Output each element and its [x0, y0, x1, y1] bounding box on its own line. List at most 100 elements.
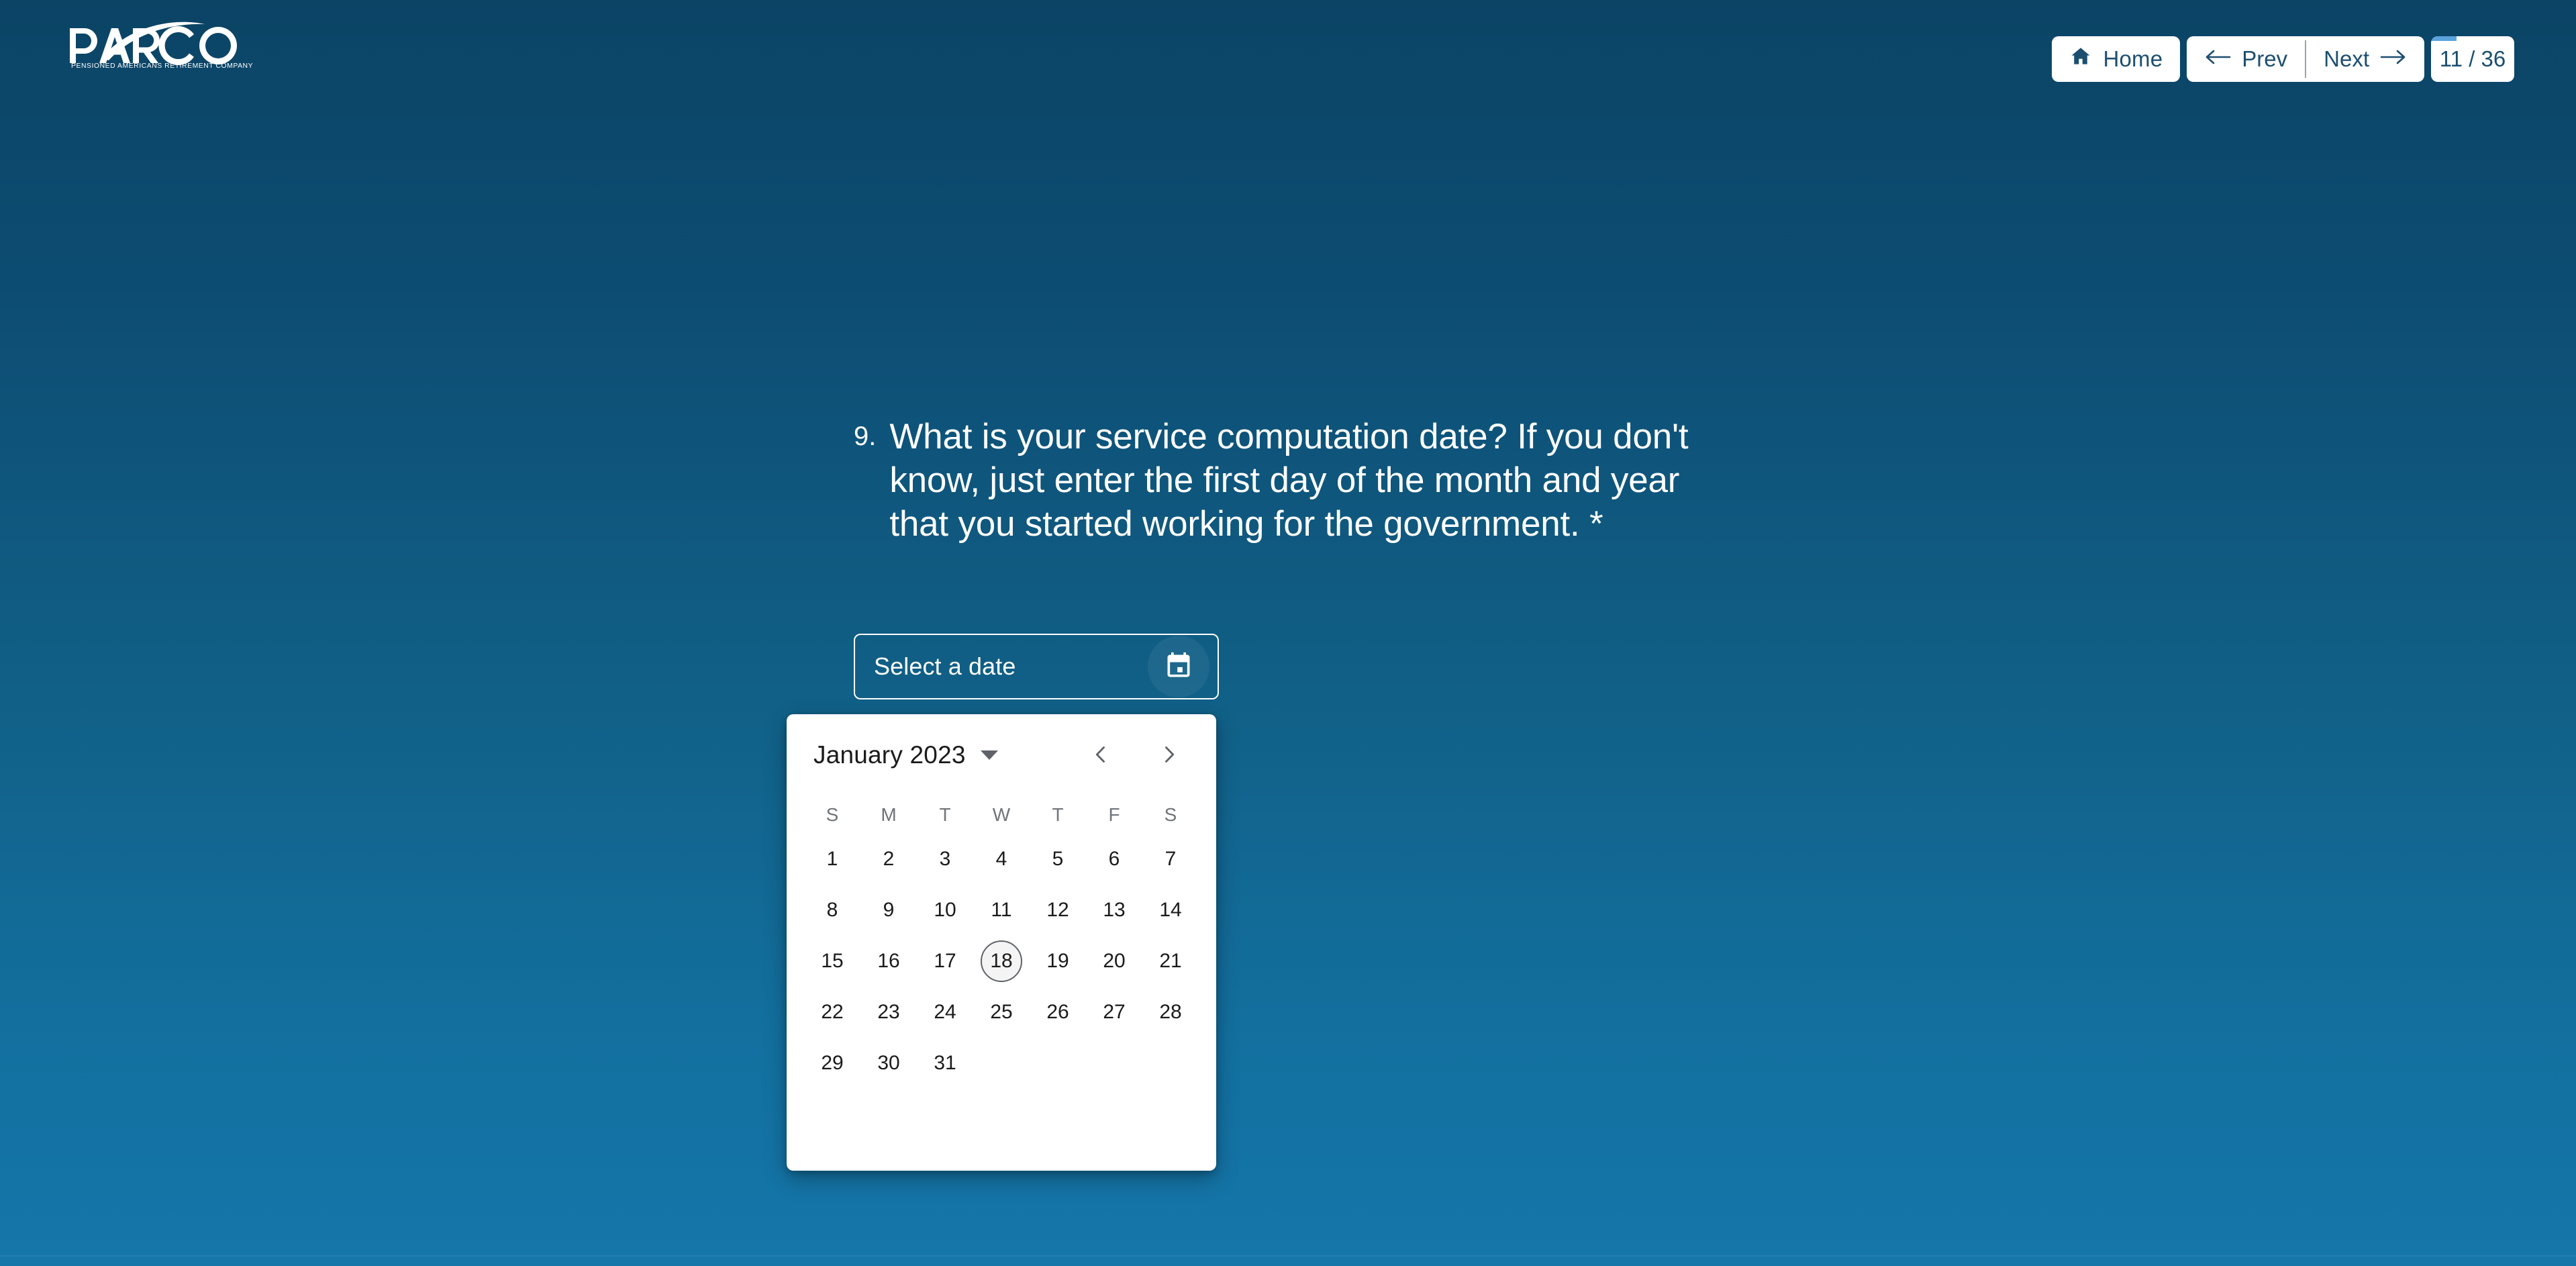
calendar-day-10[interactable]: 10 — [917, 885, 973, 936]
arrow-right-icon — [2380, 46, 2407, 72]
calendar-day-11[interactable]: 11 — [973, 885, 1030, 936]
calendar-grid: SMTWTFS 1 2 3 4 5 6 7 8 9 10 11 12 13 14 15 16 17 18 19 20 2… — [787, 796, 1216, 1089]
home-icon — [2069, 45, 2092, 73]
date-input-placeholder: Select a date — [874, 652, 1016, 680]
calendar-day-label: 20 — [1103, 950, 1126, 972]
calendar-day-label: 29 — [821, 1052, 844, 1074]
calendar-day-20[interactable]: 20 — [1086, 936, 1142, 987]
chevron-left-icon — [1089, 743, 1112, 768]
question-text: What is your service computation date? I… — [889, 417, 1689, 544]
calendar-week-row: 29 30 31 — [804, 1038, 1199, 1089]
weekday-label-3: W — [992, 804, 1011, 825]
calendar-day-label: 1 — [826, 848, 838, 870]
question-number: 9. — [854, 422, 877, 451]
calendar-day-29[interactable]: 29 — [804, 1038, 860, 1089]
calendar-day-label: 28 — [1159, 1001, 1182, 1023]
calendar-day-6[interactable]: 6 — [1086, 834, 1142, 885]
date-input-field[interactable]: Select a date — [854, 634, 1219, 699]
calendar-week-row: 1 2 3 4 5 6 7 — [804, 834, 1199, 885]
calendar-day-label: 11 — [991, 899, 1012, 921]
page-counter-badge: 11 / 36 — [2431, 36, 2514, 82]
prev-next-group: Prev Next — [2187, 36, 2424, 82]
page-counter-label: 11 / 36 — [2439, 46, 2506, 71]
calendar-day-label: 19 — [1046, 950, 1069, 972]
progress-bar — [2431, 36, 2457, 41]
calendar-day-7[interactable]: 7 — [1142, 834, 1199, 885]
calendar-day-19[interactable]: 19 — [1030, 936, 1086, 987]
calendar-day-label: 9 — [883, 899, 895, 921]
calendar-week-row: 8 9 10 11 12 13 14 — [804, 885, 1199, 936]
calendar-day-1[interactable]: 1 — [804, 834, 860, 885]
next-button[interactable]: Next — [2306, 36, 2424, 82]
calendar-day-label: 5 — [1052, 848, 1064, 870]
date-picker-popup: January 2023 SMTWTFS 1234567 8 9 10 11 1… — [787, 714, 1216, 1171]
calendar-day-label: 3 — [939, 848, 951, 870]
next-month-button[interactable] — [1152, 738, 1187, 773]
calendar-header: January 2023 — [787, 714, 1216, 796]
calendar-day-22[interactable]: 22 — [804, 987, 860, 1038]
calendar-day-25[interactable]: 25 — [973, 987, 1030, 1038]
calendar-day-13[interactable]: 13 — [1086, 885, 1142, 936]
calendar-week-row: 22 23 24 25 26 27 28 — [804, 987, 1199, 1038]
calendar-day-3[interactable]: 3 — [917, 834, 973, 885]
month-year-label: January 2023 — [813, 741, 966, 769]
weekday-label-1: M — [881, 804, 897, 825]
calendar-day-24[interactable]: 24 — [917, 987, 973, 1038]
calendar-day-27[interactable]: 27 — [1086, 987, 1142, 1038]
calendar-day-label: 27 — [1103, 1001, 1126, 1023]
calendar-day-30[interactable]: 30 — [860, 1038, 917, 1089]
calendar-nav — [1083, 738, 1201, 773]
calendar-day-15[interactable]: 15 — [804, 936, 860, 987]
calendar-day-5[interactable]: 5 — [1030, 834, 1086, 885]
calendar-day-label: 13 — [1103, 899, 1126, 921]
calendar-days: 1 2 3 4 5 6 7 8 9 10 11 12 13 14 15 16 17 18 19 20 21 22 23 24 2… — [804, 834, 1199, 1089]
calendar-week-row: 15 16 17 18 19 20 21 — [804, 936, 1199, 987]
calendar-day-label: 15 — [821, 950, 844, 972]
home-button[interactable]: Home — [2052, 36, 2181, 82]
calendar-day-31[interactable]: 31 — [917, 1038, 973, 1089]
calendar-day-21[interactable]: 21 — [1142, 936, 1199, 987]
next-label: Next — [2324, 46, 2369, 71]
calendar-day-16[interactable]: 16 — [860, 936, 917, 987]
calendar-day-label: 23 — [877, 1001, 900, 1023]
calendar-day-23[interactable]: 23 — [860, 987, 917, 1038]
calendar-day-14[interactable]: 14 — [1142, 885, 1199, 936]
arrow-left-icon — [2204, 46, 2231, 72]
calendar-day-label: 16 — [877, 950, 900, 972]
calendar-day-label: 10 — [934, 899, 956, 921]
calendar-day-28[interactable]: 28 — [1142, 987, 1199, 1038]
weekday-header-row: SMTWTFS — [804, 796, 1199, 834]
calendar-toggle-button[interactable] — [1148, 636, 1209, 697]
calendar-day-label: 17 — [934, 950, 956, 972]
calendar-day-label: 26 — [1046, 1001, 1069, 1023]
calendar-icon — [1164, 651, 1193, 683]
calendar-day-26[interactable]: 26 — [1030, 987, 1086, 1038]
calendar-day-label: 22 — [821, 1001, 844, 1023]
weekday-label-5: F — [1108, 804, 1120, 825]
question-block: 9. What is your service computation date… — [854, 415, 1753, 546]
calendar-day-label: 14 — [1159, 899, 1182, 921]
calendar-day-18[interactable]: 18 — [973, 936, 1030, 987]
previous-month-button[interactable] — [1083, 738, 1118, 773]
calendar-day-8[interactable]: 8 — [804, 885, 860, 936]
bottom-hairline — [0, 1255, 2576, 1257]
calendar-day-label: 8 — [826, 899, 838, 921]
top-navigation: Home Prev Next 11 / 36 — [2052, 36, 2514, 82]
prev-button[interactable]: Prev — [2187, 36, 2305, 82]
prev-label: Prev — [2242, 46, 2288, 71]
calendar-day-label: 12 — [1046, 899, 1069, 921]
weekday-label-6: S — [1164, 804, 1177, 825]
calendar-day-label: 6 — [1108, 848, 1120, 870]
app-header: PENSIONED AMERICANS RETIREMENT COMPANY H… — [0, 0, 2576, 119]
calendar-day-label: 30 — [877, 1052, 900, 1074]
calendar-day-17[interactable]: 17 — [917, 936, 973, 987]
calendar-day-12[interactable]: 12 — [1030, 885, 1086, 936]
calendar-day-label: 24 — [934, 1001, 956, 1023]
calendar-day-9[interactable]: 9 — [860, 885, 917, 936]
calendar-day-label: 25 — [990, 1001, 1013, 1023]
calendar-day-4[interactable]: 4 — [973, 834, 1030, 885]
month-year-dropdown-button[interactable]: January 2023 — [811, 737, 1001, 773]
calendar-day-2[interactable]: 2 — [860, 834, 917, 885]
calendar-day-empty — [1086, 1038, 1142, 1089]
calendar-day-label: 7 — [1165, 848, 1177, 870]
